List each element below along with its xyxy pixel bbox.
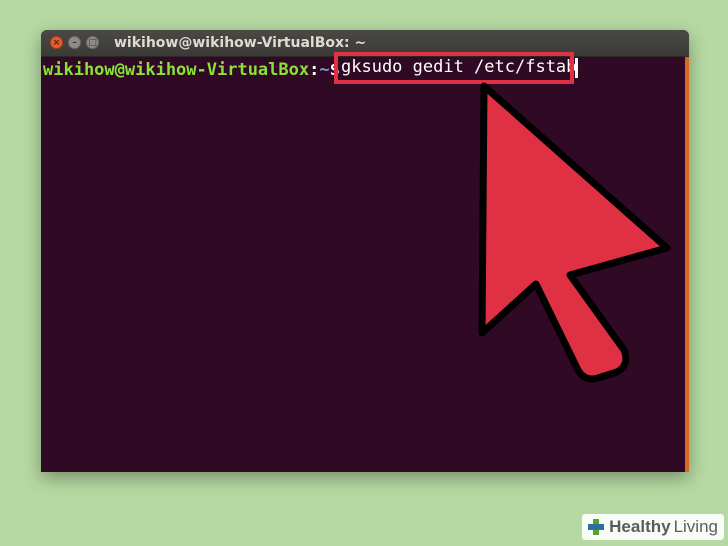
pointer-arrow-icon — [478, 82, 671, 383]
watermark-word-2: Living — [673, 517, 718, 536]
watermark-word-1: Healthy — [609, 517, 671, 536]
illustration-stage: × – □ wikihow@wikihow-VirtualBox: ~ wiki… — [0, 0, 728, 546]
medical-cross-icon — [588, 519, 605, 535]
watermark-badge: Healthy Living — [582, 514, 724, 540]
